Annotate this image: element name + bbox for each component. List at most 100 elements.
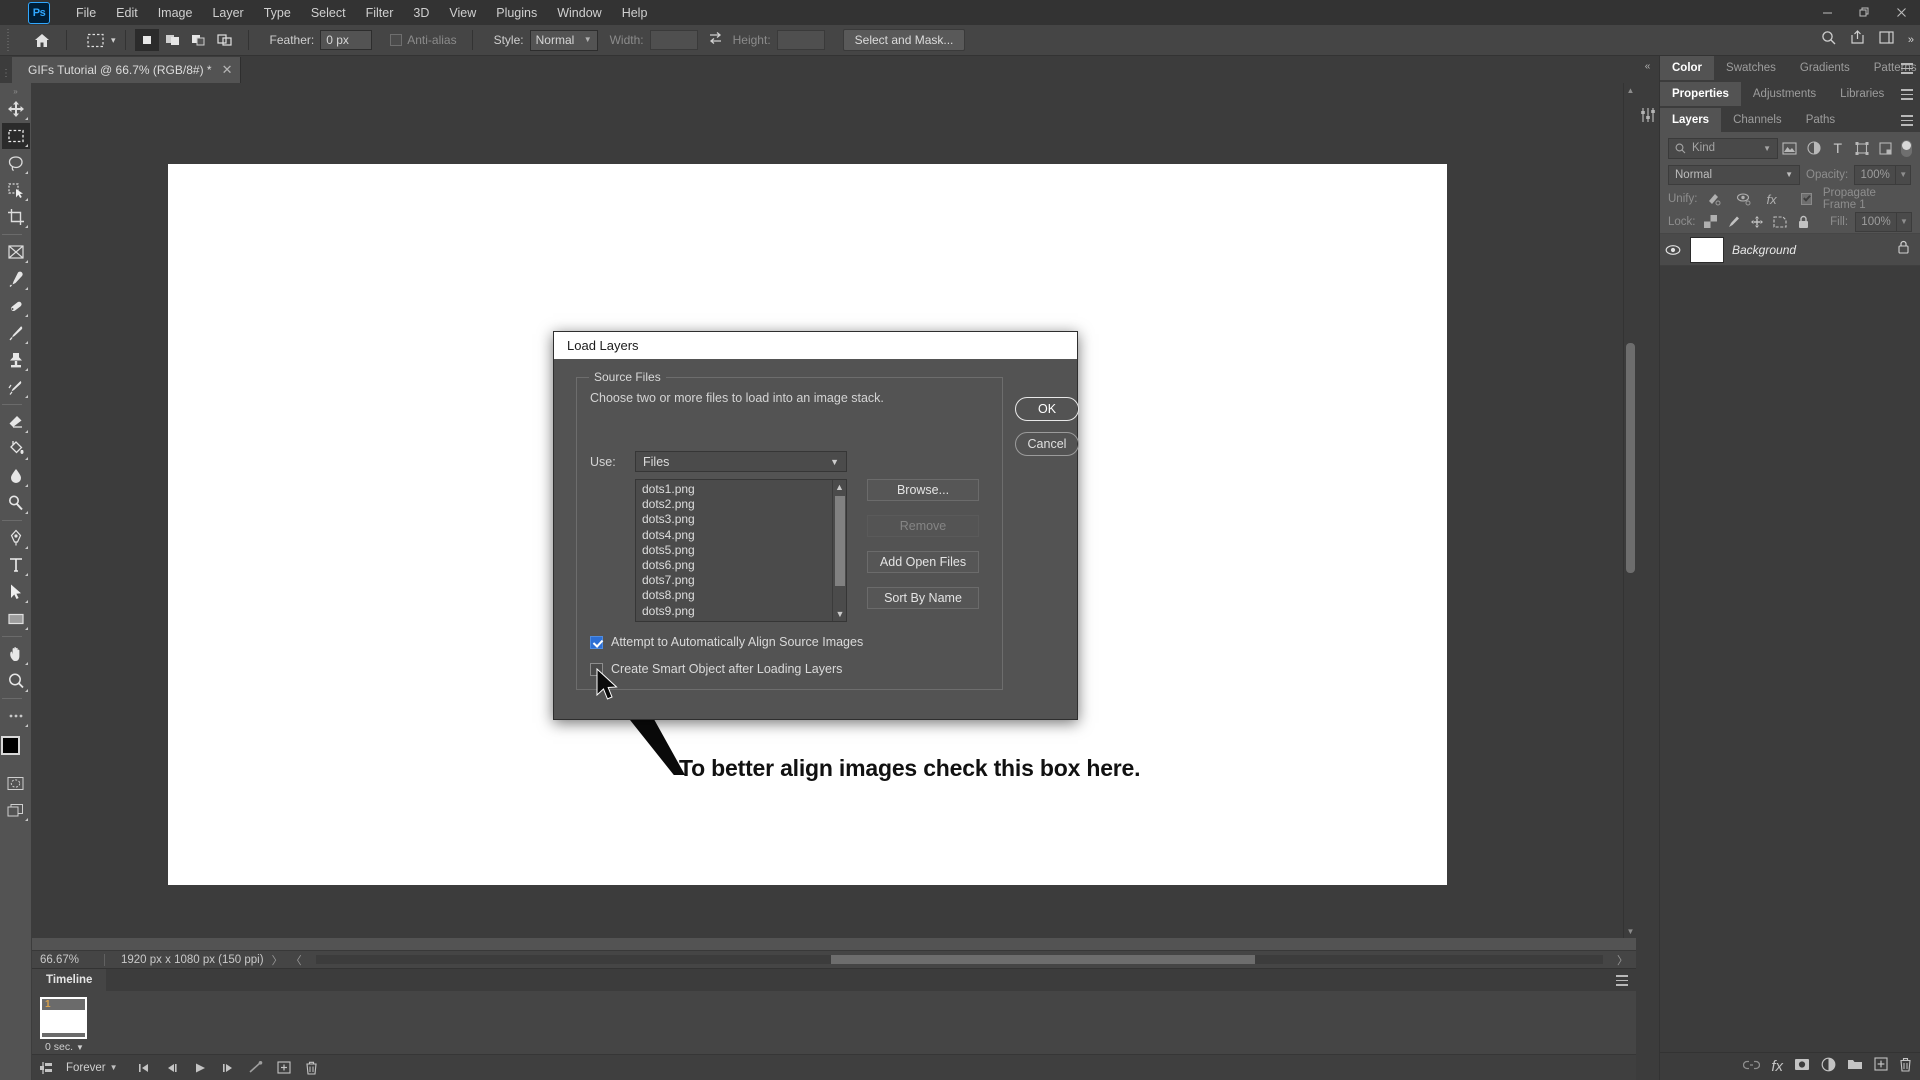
add-to-selection-button[interactable] [161,29,185,51]
height-input[interactable] [776,30,825,50]
cancel-button[interactable]: Cancel [1015,432,1079,456]
tab-libraries[interactable]: Libraries [1828,82,1896,106]
tab-swatches[interactable]: Swatches [1714,56,1788,80]
menu-file[interactable]: File [66,2,106,24]
edit-toolbar[interactable] [2,703,30,729]
object-selection-tool[interactable] [2,177,30,203]
eyedropper-tool[interactable] [2,266,30,292]
frame-delay[interactable]: 0 sec. ▼ [40,1039,89,1053]
rectangle-tool[interactable] [2,606,30,632]
tab-paths[interactable]: Paths [1794,108,1847,132]
chevron-down-icon[interactable]: ▼ [76,1043,84,1052]
lock-artboard-icon[interactable] [1772,211,1788,233]
first-frame-button[interactable] [130,1056,158,1080]
scroll-down-icon[interactable]: ▼ [1624,924,1636,938]
rectangular-marquee-tool[interactable] [1,123,30,149]
clone-stamp-tool[interactable] [2,347,30,373]
next-frame-button[interactable] [214,1056,242,1080]
delete-layer-icon[interactable] [1899,1057,1912,1077]
tool-preset-chevron-icon[interactable]: ▾ [111,35,116,46]
new-layer-icon[interactable] [1874,1057,1888,1076]
blur-tool[interactable] [2,463,30,489]
tween-frames-button[interactable] [242,1056,270,1080]
unify-visibility-icon[interactable] [1732,188,1754,210]
crop-tool[interactable] [2,204,30,230]
brush-tool[interactable] [2,320,30,346]
minimize-button[interactable] [1809,0,1846,25]
status-expand-icon[interactable]: 〉 [264,952,291,968]
layer-mask-icon[interactable] [1794,1058,1810,1076]
menu-window[interactable]: Window [547,2,611,24]
frame-thumbnail[interactable]: 1 [40,997,87,1039]
lock-image-icon[interactable] [1726,211,1742,233]
auto-align-checkbox-row[interactable]: Attempt to Automatically Align Source Im… [590,635,863,649]
file-list-item[interactable]: dots4.png [642,528,846,543]
color-panel-menu-icon[interactable] [1901,63,1913,77]
previous-frame-button[interactable] [158,1056,186,1080]
menu-3d[interactable]: 3D [403,2,439,24]
source-files-list[interactable]: dots1.png dots2.png dots3.png dots4.png dots… [635,479,847,622]
scroll-right-icon[interactable]: 〉 [1609,952,1636,968]
timeline-panel-menu-icon[interactable] [1616,975,1628,989]
zoom-level[interactable]: 66.67% [32,954,104,966]
file-list-item[interactable]: dots6.png [642,558,846,573]
tab-properties[interactable]: Properties [1660,82,1741,106]
eye-icon[interactable] [1664,244,1682,256]
toolbar-grip[interactable]: » [8,86,24,96]
frame-tool[interactable] [2,239,30,265]
color-swatches[interactable] [0,736,31,766]
opacity-chevron-icon[interactable]: ▼ [1896,164,1912,185]
new-group-icon[interactable] [1847,1058,1863,1076]
spot-healing-brush-tool[interactable] [2,293,30,319]
close-document-icon[interactable]: ✕ [222,62,233,78]
foreground-color-swatch[interactable] [0,736,20,755]
tab-adjustments[interactable]: Adjustments [1741,82,1828,106]
menu-type[interactable]: Type [254,2,301,24]
menu-image[interactable]: Image [148,2,203,24]
hand-tool[interactable] [2,641,30,667]
file-list-item[interactable]: dots2.png [642,497,846,512]
tab-layers[interactable]: Layers [1660,108,1722,132]
unify-style-icon[interactable]: fx [1760,188,1782,210]
share-icon[interactable] [1850,30,1865,50]
properties-panel-menu-icon[interactable] [1901,89,1913,103]
use-select[interactable]: Files ▼ [635,451,847,472]
menu-select[interactable]: Select [301,2,356,24]
document-tab[interactable]: GIFs Tutorial @ 66.7% (RGB/8#) * ✕ [12,57,242,83]
smart-object-checkbox-row[interactable]: Create Smart Object after Loading Layers [590,662,842,676]
layer-name[interactable]: Background [1732,243,1889,257]
lock-all-icon[interactable] [1795,211,1811,233]
workspace-switcher-icon[interactable] [1879,30,1894,50]
duplicate-frame-button[interactable] [270,1056,298,1080]
screen-mode-button[interactable] [2,797,30,823]
file-list-item[interactable]: dots8.png [642,588,846,603]
width-input[interactable] [649,30,698,50]
menu-filter[interactable]: Filter [356,2,404,24]
eraser-tool[interactable] [2,409,30,435]
select-and-mask-button[interactable]: Select and Mask... [842,29,966,51]
menu-help[interactable]: Help [612,2,658,24]
adjustments-rail-icon[interactable] [1636,106,1659,124]
lock-transparency-icon[interactable] [1703,211,1719,233]
blend-mode-select[interactable]: Normal ▼ [1668,164,1800,185]
subtract-from-selection-button[interactable] [187,29,211,51]
canvas-vertical-scrollbar[interactable]: ▲ ▼ [1623,83,1636,938]
history-brush-tool[interactable] [2,374,30,400]
scroll-up-icon[interactable]: ▲ [1624,83,1636,97]
file-list-item[interactable]: dots5.png [642,543,846,558]
timeline-frame[interactable]: 1 0 sec. ▼ [40,997,89,1054]
shape-filter-icon[interactable] [1850,137,1874,159]
path-selection-tool[interactable] [2,579,30,605]
tab-timeline[interactable]: Timeline [32,969,107,991]
convert-to-video-timeline-icon[interactable] [32,1056,60,1080]
chevron-down-icon[interactable]: ▼ [110,1063,118,1072]
filter-toggle-switch[interactable] [1901,139,1912,157]
menu-plugins[interactable]: Plugins [486,2,547,24]
menu-layer[interactable]: Layer [202,2,253,24]
sort-by-name-button[interactable]: Sort By Name [867,587,979,609]
file-list-item[interactable]: dots9.png [642,604,846,619]
options-bar-grip[interactable] [3,29,17,51]
auto-align-checkbox[interactable] [590,635,603,649]
horizontal-scroll-track[interactable] [315,955,1603,964]
layer-thumbnail[interactable] [1690,236,1724,263]
